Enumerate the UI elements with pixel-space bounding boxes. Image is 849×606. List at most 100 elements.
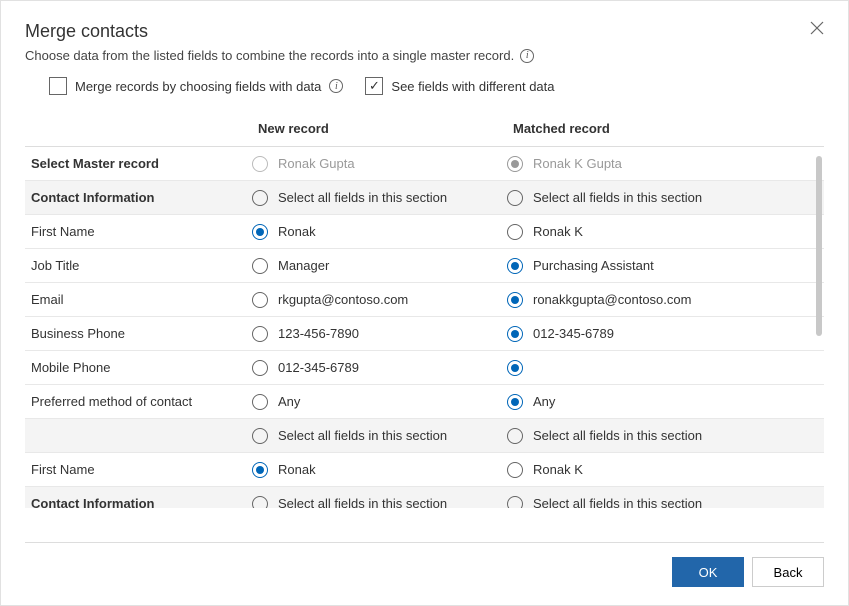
ok-button[interactable]: OK [672, 557, 744, 587]
radio-label: Any [533, 394, 555, 409]
radio-label: Select all fields in this section [533, 496, 702, 508]
radio-label: Select all fields in this section [533, 428, 702, 443]
radio-icon [507, 156, 523, 172]
radio-label: Purchasing Assistant [533, 258, 654, 273]
info-icon[interactable]: i [520, 49, 534, 63]
field-label: Job Title [25, 258, 250, 273]
field-label: Preferred method of contact [25, 394, 250, 409]
radio-icon[interactable] [507, 190, 523, 206]
new-record-cell[interactable]: Ronak [250, 224, 505, 240]
merge-by-fields-checkbox[interactable]: Merge records by choosing fields with da… [49, 77, 343, 95]
column-header-new: New record [250, 121, 505, 136]
radio-icon[interactable] [507, 292, 523, 308]
radio-label: Ronak K [533, 224, 583, 239]
scrollbar-thumb[interactable] [816, 156, 822, 336]
radio-label: ronakkgupta@contoso.com [533, 292, 691, 307]
column-headers: New record Matched record [25, 113, 824, 146]
radio-label: 012-345-6789 [533, 326, 614, 341]
radio-icon[interactable] [252, 258, 268, 274]
subtitle-text: Choose data from the listed fields to co… [25, 48, 514, 63]
merge-contacts-dialog: Merge contacts Choose data from the list… [0, 0, 849, 606]
radio-icon[interactable] [507, 326, 523, 342]
radio-icon [252, 156, 268, 172]
table-row: Emailrkgupta@contoso.comronakkgupta@cont… [25, 283, 824, 317]
new-record-cell[interactable]: Select all fields in this section [250, 190, 505, 206]
radio-icon[interactable] [252, 326, 268, 342]
radio-icon[interactable] [252, 496, 268, 509]
checkbox-icon [49, 77, 67, 95]
radio-icon[interactable] [507, 428, 523, 444]
field-label: Business Phone [25, 326, 250, 341]
new-record-cell[interactable]: 123-456-7890 [250, 326, 505, 342]
radio-icon[interactable] [252, 428, 268, 444]
new-record-cell[interactable]: Any [250, 394, 505, 410]
radio-icon[interactable] [252, 190, 268, 206]
options-row: Merge records by choosing fields with da… [25, 77, 824, 95]
radio-label: 012-345-6789 [278, 360, 359, 375]
radio-icon[interactable] [507, 462, 523, 478]
new-record-cell[interactable]: Ronak [250, 462, 505, 478]
matched-record-cell[interactable]: Select all fields in this section [505, 496, 824, 509]
table-row: First Name Ronak Ronak K [25, 215, 824, 249]
radio-label: Any [278, 394, 300, 409]
new-record-cell[interactable]: Ronak Gupta [250, 156, 505, 172]
new-record-cell[interactable]: 012-345-6789 [250, 360, 505, 376]
radio-icon[interactable] [507, 496, 523, 509]
matched-record-cell[interactable]: ronakkgupta@contoso.com [505, 292, 824, 308]
radio-icon[interactable] [507, 258, 523, 274]
radio-label: Ronak [278, 224, 316, 239]
radio-icon[interactable] [507, 360, 523, 376]
field-label: Mobile Phone [25, 360, 250, 375]
table-row: Contact Information Select all fields in … [25, 487, 824, 508]
radio-label: Select all fields in this section [533, 190, 702, 205]
matched-record-cell[interactable]: Purchasing Assistant [505, 258, 824, 274]
radio-icon[interactable] [507, 224, 523, 240]
radio-icon[interactable] [507, 394, 523, 410]
field-label: Select Master record [25, 156, 250, 171]
radio-icon[interactable] [252, 394, 268, 410]
radio-label: Ronak K [533, 462, 583, 477]
see-different-checkbox[interactable]: See fields with different data [365, 77, 554, 95]
checkbox-label: See fields with different data [391, 79, 554, 94]
column-header-matched: Matched record [505, 121, 824, 136]
radio-label: rkgupta@contoso.com [278, 292, 408, 307]
table-row: First Name Ronak Ronak K [25, 453, 824, 487]
new-record-cell[interactable]: Manager [250, 258, 505, 274]
radio-icon[interactable] [252, 292, 268, 308]
field-label: Contact Information [25, 496, 250, 508]
checkbox-label: Merge records by choosing fields with da… [75, 79, 321, 94]
close-icon[interactable] [810, 21, 824, 35]
matched-record-cell[interactable]: Ronak K Gupta [505, 156, 824, 172]
back-button[interactable]: Back [752, 557, 824, 587]
radio-icon[interactable] [252, 360, 268, 376]
info-icon[interactable]: i [329, 79, 343, 93]
new-record-cell[interactable]: Select all fields in this section [250, 496, 505, 509]
table-row: Contact InformationSelect all fields in … [25, 181, 824, 215]
table-row: Select Master recordRonak Gupta Ronak K G… [25, 147, 824, 181]
matched-record-cell[interactable]: Ronak K [505, 462, 824, 478]
radio-icon[interactable] [252, 224, 268, 240]
matched-record-cell[interactable]: Ronak K [505, 224, 824, 240]
radio-label: Manager [278, 258, 329, 273]
radio-label: Select all fields in this section [278, 428, 447, 443]
field-label: First Name [25, 224, 250, 239]
scroll-area[interactable]: Select Master recordRonak Gupta Ronak K G… [25, 146, 824, 508]
new-record-cell[interactable]: Select all fields in this section [250, 428, 505, 444]
matched-record-cell[interactable]: Select all fields in this section [505, 428, 824, 444]
radio-label: Ronak [278, 462, 316, 477]
radio-label: Select all fields in this section [278, 496, 447, 508]
radio-label: Ronak K Gupta [533, 156, 622, 171]
dialog-title: Merge contacts [25, 21, 148, 42]
new-record-cell[interactable]: rkgupta@contoso.com [250, 292, 505, 308]
matched-record-cell[interactable]: Any [505, 394, 824, 410]
matched-record-cell[interactable]: 012-345-6789 [505, 326, 824, 342]
table-row: Mobile Phone 012-345-6789 [25, 351, 824, 385]
table-row: Business Phone123-456-7890 012-345-6789 [25, 317, 824, 351]
dialog-footer: OK Back [25, 543, 824, 587]
dialog-subtitle: Choose data from the listed fields to co… [25, 48, 824, 63]
field-label: First Name [25, 462, 250, 477]
matched-record-cell[interactable] [505, 360, 824, 376]
matched-record-cell[interactable]: Select all fields in this section [505, 190, 824, 206]
radio-icon[interactable] [252, 462, 268, 478]
merge-table: New record Matched record Select Master … [25, 113, 824, 543]
